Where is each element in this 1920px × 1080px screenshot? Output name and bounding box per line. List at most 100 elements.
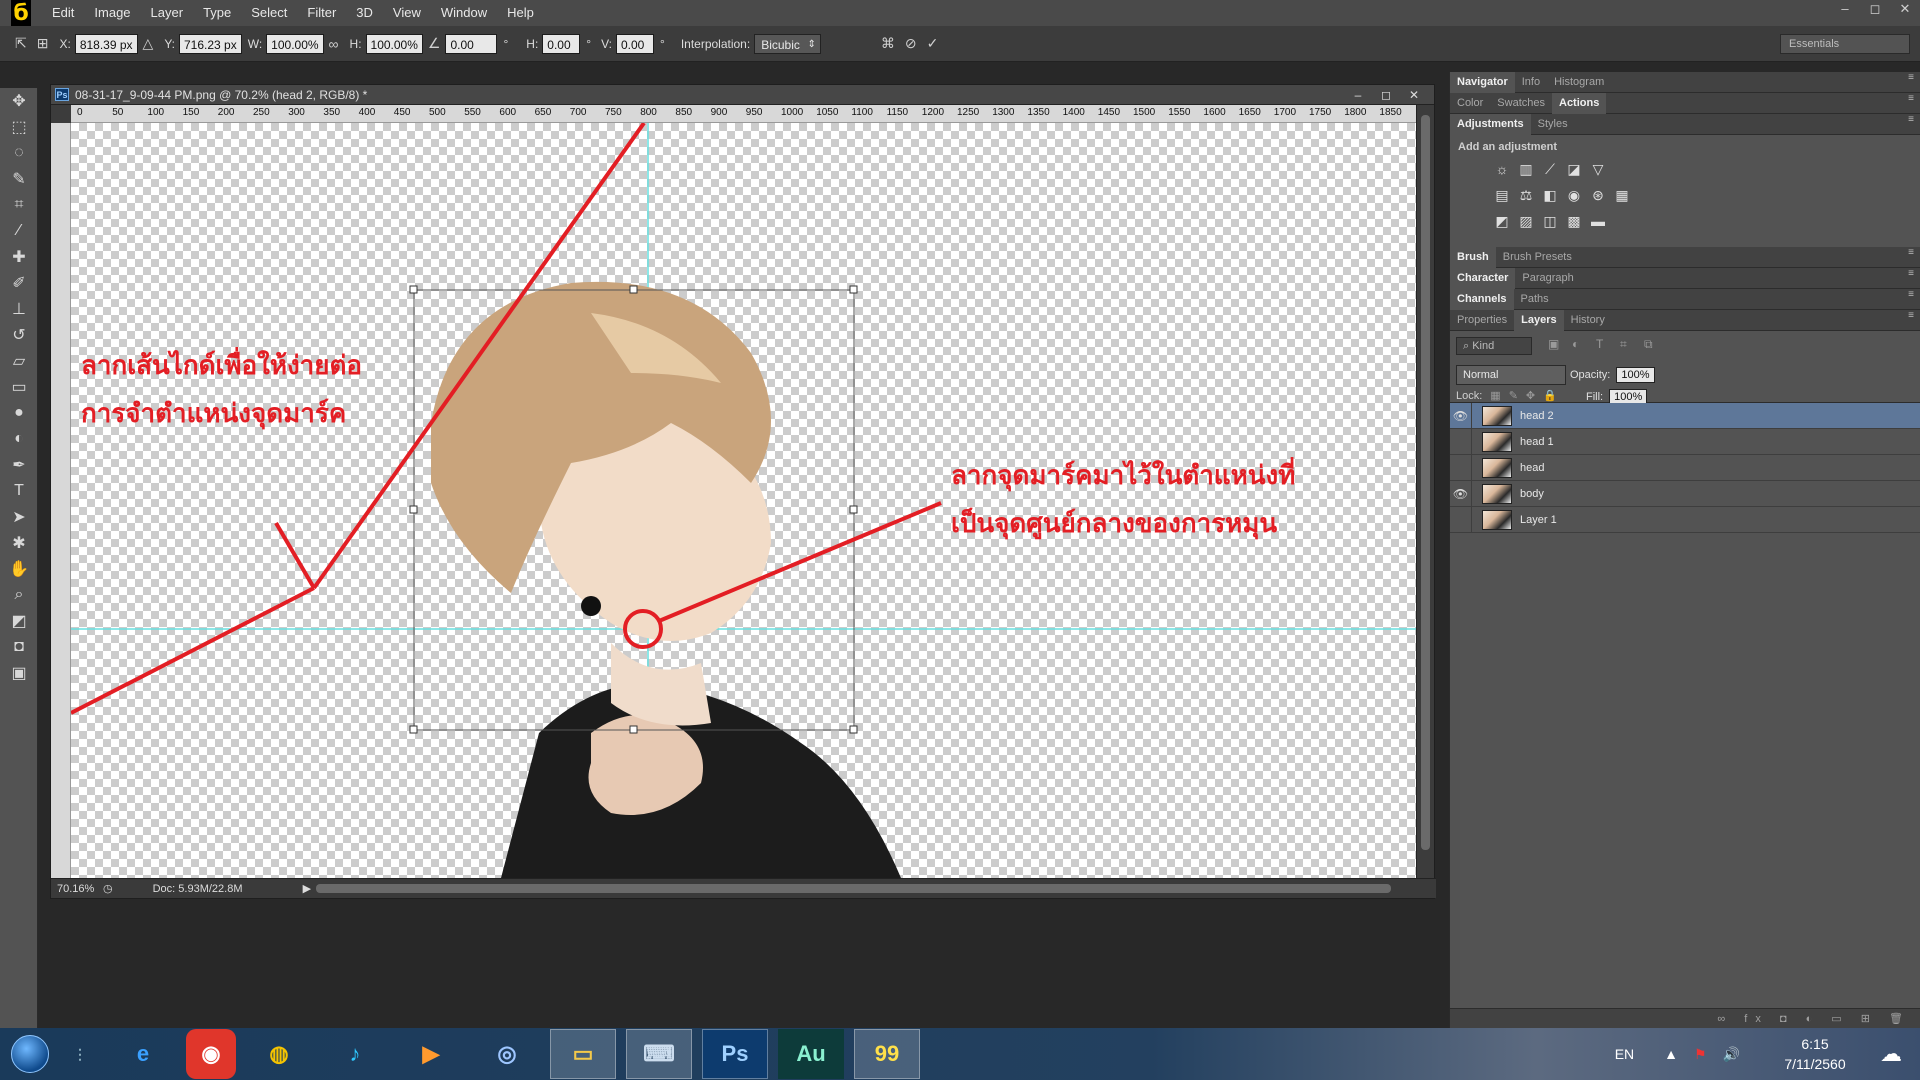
hue-saturation-icon[interactable]: ▤ [1490, 187, 1514, 207]
music-app-icon[interactable]: ♪ [322, 1029, 388, 1079]
video-player-icon[interactable]: ▶ [398, 1029, 464, 1079]
invert-icon[interactable]: ◩ [1490, 213, 1514, 233]
marquee-tool-icon[interactable]: ⬚ [0, 114, 38, 140]
layer-row[interactable]: head 1 [1450, 428, 1920, 455]
menu-type[interactable]: Type [193, 0, 241, 26]
internet-explorer-icon[interactable]: e [110, 1029, 176, 1079]
lock-transparent-icon[interactable]: ▦ [1490, 389, 1500, 402]
menu-filter[interactable]: Filter [297, 0, 346, 26]
panel-menu-icon[interactable]: ≡ [1908, 114, 1914, 125]
hidden-eye-icon[interactable] [1450, 454, 1472, 481]
close-button[interactable]: ✕ [1890, 0, 1920, 20]
warp-icon[interactable]: ⌘ [881, 35, 895, 52]
selective-color-icon[interactable]: ▩ [1562, 213, 1586, 233]
layer-row[interactable]: 👁 body [1450, 480, 1920, 507]
vskew-field[interactable]: 0.00 [616, 33, 654, 54]
zoom-tool-icon[interactable]: ⌕ [0, 582, 38, 608]
menu-layer[interactable]: Layer [141, 0, 194, 26]
screen-mode-icon[interactable]: ▣ [0, 660, 38, 686]
height-field[interactable]: 100.00% [365, 33, 423, 54]
x-field[interactable]: 818.39 px [74, 33, 138, 54]
chromium-icon[interactable]: ◎ [474, 1029, 540, 1079]
filter-pixel-icon[interactable]: ▣ [1548, 337, 1572, 352]
media-app-icon[interactable]: ◉ [186, 1029, 236, 1079]
filter-shape-icon[interactable]: ⌗ [1620, 337, 1644, 352]
posterize-icon[interactable]: ▨ [1514, 213, 1538, 233]
tab-paragraph[interactable]: Paragraph [1515, 268, 1580, 289]
lock-position-icon[interactable]: ✥ [1526, 389, 1535, 402]
opacity-field[interactable]: 100% [1616, 367, 1655, 383]
photo-filter-icon[interactable]: ◉ [1562, 187, 1586, 207]
shape-tool-icon[interactable]: ✱ [0, 530, 38, 556]
history-brush-tool-icon[interactable]: ↺ [0, 322, 38, 348]
tab-brush-presets[interactable]: Brush Presets [1496, 247, 1579, 268]
audition-taskbar-icon[interactable]: Au [778, 1029, 844, 1079]
layer-row[interactable]: head [1450, 454, 1920, 481]
restore-button[interactable]: ◻ [1860, 0, 1890, 20]
gradient-map-icon[interactable]: ▬ [1586, 213, 1610, 233]
levels-icon[interactable]: ▥ [1514, 161, 1538, 181]
tab-histogram[interactable]: Histogram [1547, 72, 1611, 93]
panel-menu-icon[interactable]: ≡ [1908, 247, 1914, 258]
tab-navigator[interactable]: Navigator [1450, 71, 1515, 93]
color-swatch-icon[interactable]: ◩ [0, 608, 38, 634]
move-tool-icon[interactable]: ✥ [0, 88, 38, 114]
photoshop-taskbar-icon[interactable]: Ps [702, 1029, 768, 1079]
healing-tool-icon[interactable]: ✚ [0, 244, 38, 270]
remote-desktop-icon[interactable]: ⌨ [626, 1029, 692, 1079]
color-lookup-icon[interactable]: ▦ [1610, 187, 1634, 207]
layers-footer-icons[interactable]: ∞ fx ◘ ◐ ▭ ⊞ 🗑 [1450, 1008, 1920, 1028]
lasso-tool-icon[interactable]: ◌ [0, 140, 38, 166]
dodge-tool-icon[interactable]: ◐ [0, 426, 38, 452]
hand-tool-icon[interactable]: ✋ [0, 556, 38, 582]
start-button[interactable] [0, 1028, 60, 1080]
tab-adjustments[interactable]: Adjustments [1450, 113, 1531, 135]
panel-menu-icon[interactable]: ≡ [1908, 289, 1914, 300]
panel-menu-icon[interactable]: ≡ [1908, 310, 1914, 321]
lock-all-icon[interactable]: 🔒 [1543, 389, 1557, 402]
eraser-tool-icon[interactable]: ▱ [0, 348, 38, 374]
pen-tool-icon[interactable]: ✒ [0, 452, 38, 478]
black-white-icon[interactable]: ◧ [1538, 187, 1562, 207]
document-tab[interactable]: Ps 08-31-17_9-09-44 PM.png @ 70.2% (head… [51, 85, 1434, 105]
reference-point-icon[interactable]: ⊞ [37, 35, 49, 52]
menu-edit[interactable]: Edit [42, 0, 84, 26]
type-tool-icon[interactable]: T [0, 478, 38, 504]
eyedropper-tool-icon[interactable]: ⁄ [0, 218, 38, 244]
tab-color[interactable]: Color [1450, 93, 1490, 114]
width-field[interactable]: 100.00% [266, 33, 324, 54]
crop-tool-icon[interactable]: ⌗ [0, 192, 38, 218]
chrome-icon[interactable]: ◍ [246, 1029, 312, 1079]
status-arrow-icon[interactable]: ▶ [303, 882, 311, 895]
tab-swatches[interactable]: Swatches [1490, 93, 1552, 114]
gradient-tool-icon[interactable]: ▭ [0, 374, 38, 400]
doc-close-button[interactable]: ✕ [1400, 85, 1428, 105]
vertical-scrollbar[interactable] [1416, 105, 1434, 878]
tray-expand-icon[interactable]: ▲ [1664, 1046, 1678, 1062]
exposure-icon[interactable]: ◪ [1562, 161, 1586, 181]
y-field[interactable]: 716.23 px [179, 33, 242, 54]
stamp-tool-icon[interactable]: ⊥ [0, 296, 38, 322]
menu-select[interactable]: Select [241, 0, 297, 26]
filter-type-icon[interactable]: T [1596, 337, 1620, 352]
menu-image[interactable]: Image [84, 0, 140, 26]
show-desktop-icon[interactable]: ⋮ [60, 1029, 100, 1079]
hskew-field[interactable]: 0.00 [542, 33, 581, 54]
tab-channels[interactable]: Channels [1450, 288, 1514, 310]
quick-select-tool-icon[interactable]: ✎ [0, 166, 38, 192]
zoom-level[interactable]: 70.16% [51, 883, 103, 895]
channel-mixer-icon[interactable]: ⊛ [1586, 187, 1610, 207]
scroll-thumb[interactable] [1421, 115, 1430, 850]
menu-window[interactable]: Window [431, 0, 497, 26]
doc-restore-button[interactable]: ◻ [1372, 85, 1400, 105]
layer-filter-select[interactable]: ⌕ Kind [1456, 337, 1532, 355]
tab-character[interactable]: Character [1450, 267, 1516, 289]
panel-menu-icon[interactable]: ≡ [1908, 93, 1914, 104]
layer-row[interactable]: 👁 head 2 [1450, 402, 1920, 429]
filter-adjustment-icon[interactable]: ◐ [1572, 337, 1596, 352]
tab-brush[interactable]: Brush [1450, 246, 1496, 268]
eye-icon[interactable]: 👁 [1450, 480, 1472, 507]
tab-history[interactable]: History [1564, 310, 1612, 331]
file-explorer-icon[interactable]: ▭ [550, 1029, 616, 1079]
hidden-eye-icon[interactable] [1450, 506, 1472, 533]
